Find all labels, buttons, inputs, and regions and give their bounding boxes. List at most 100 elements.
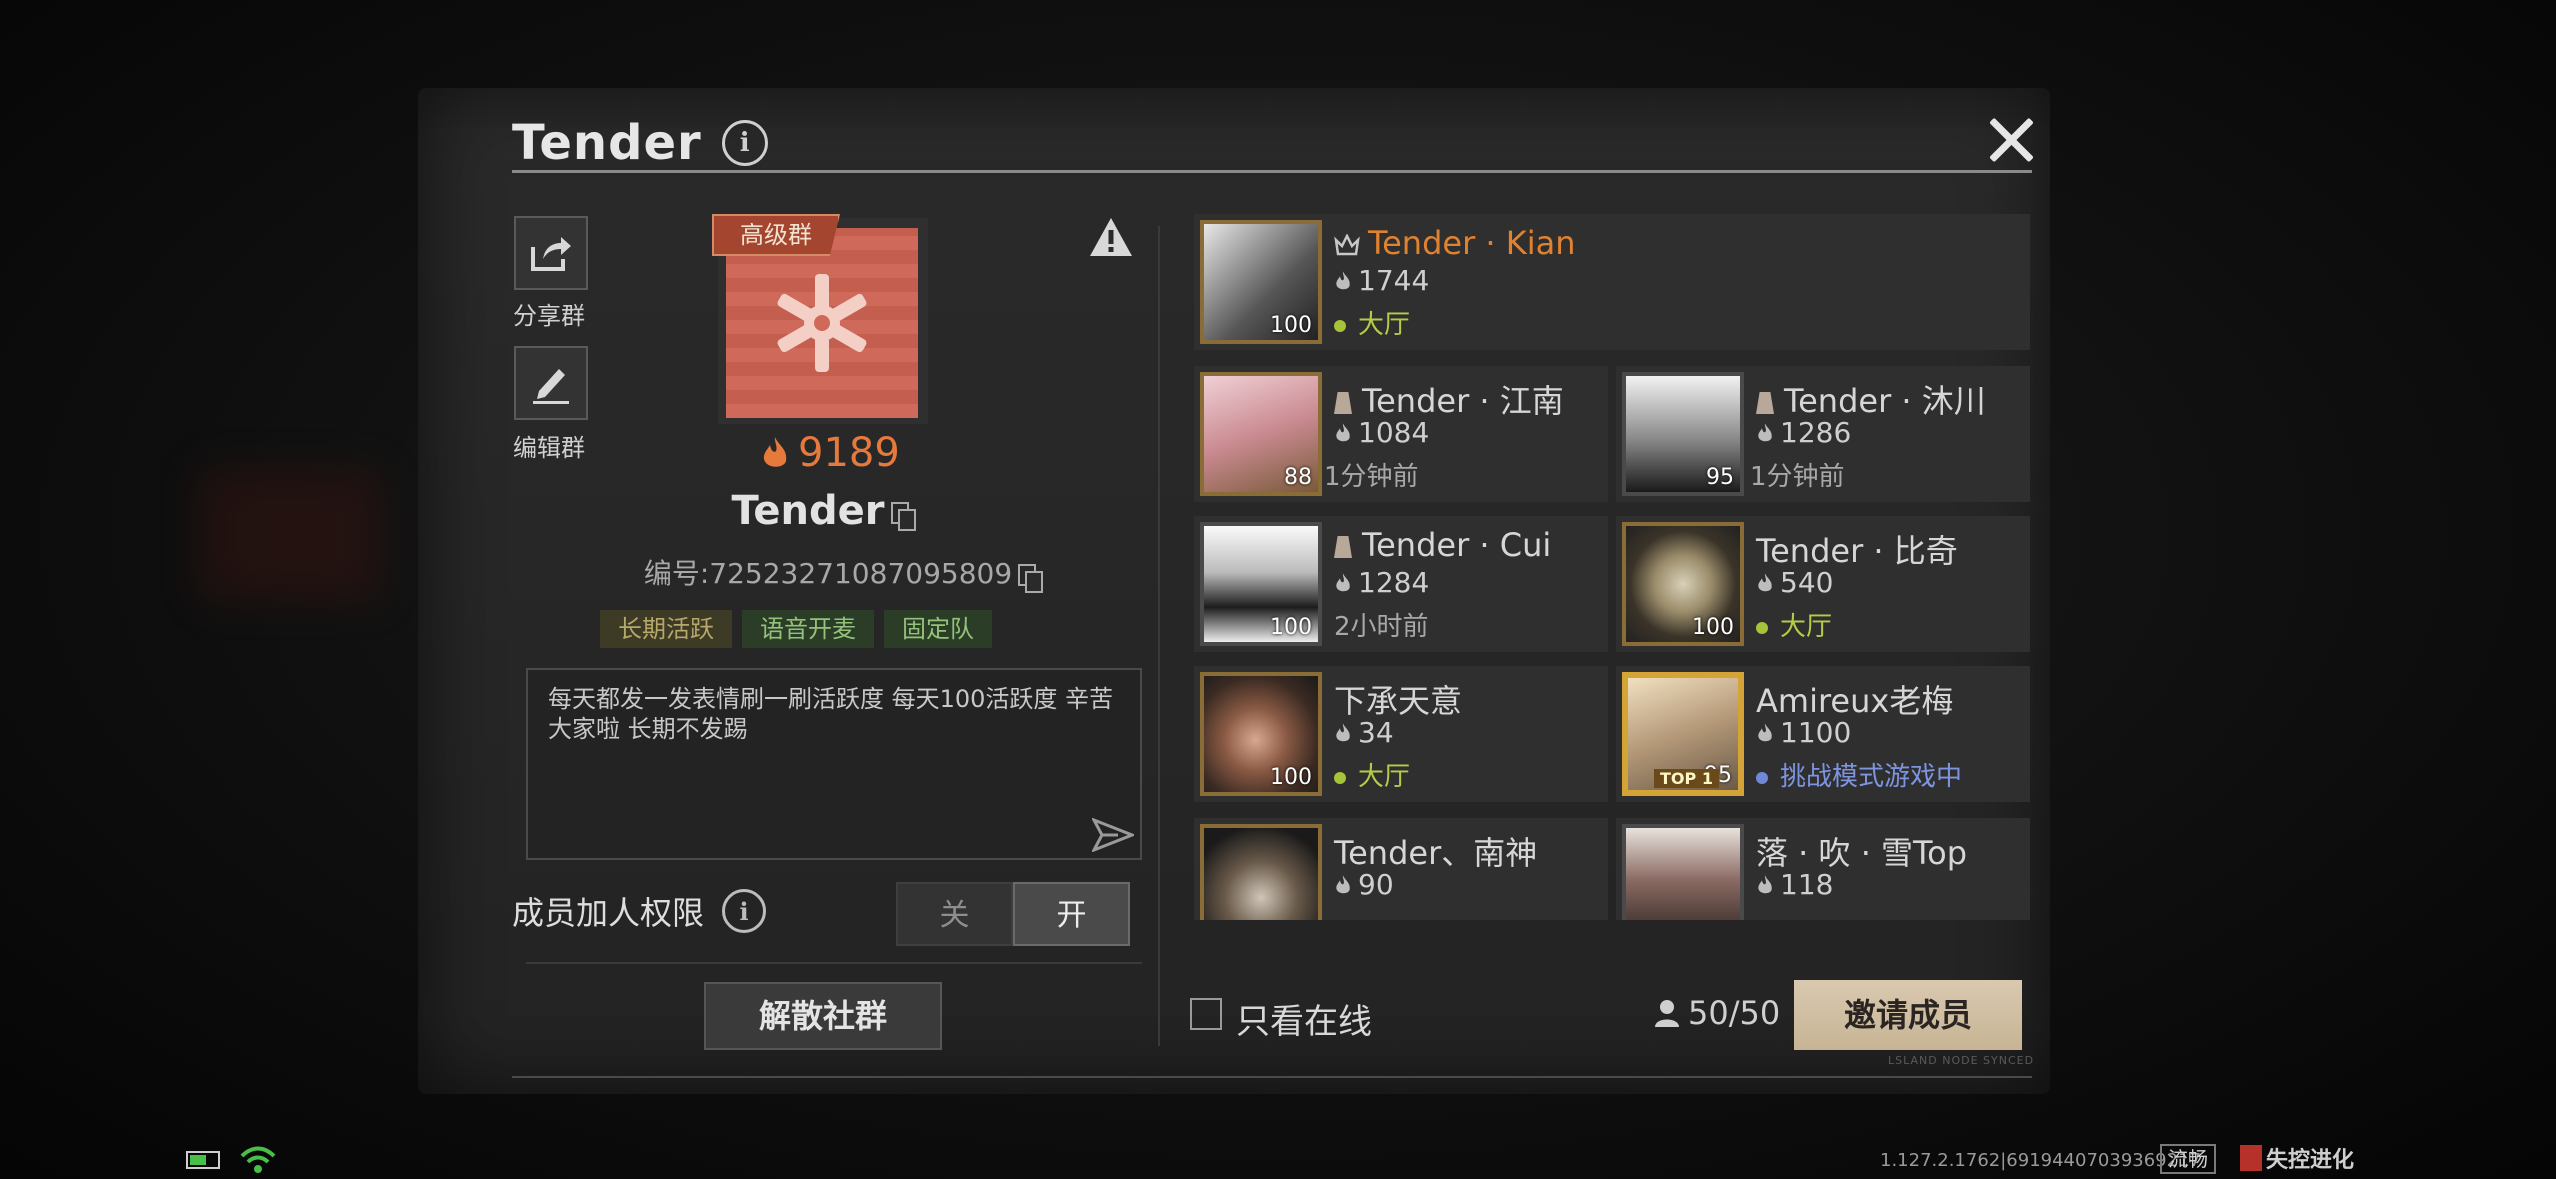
member-status: 大厅 bbox=[1334, 756, 1410, 793]
member-heat: 34 bbox=[1334, 716, 1394, 749]
member-card[interactable]: 100 Tender · 比奇 540 大厅 bbox=[1616, 516, 2030, 652]
info-icon[interactable]: i bbox=[722, 889, 767, 933]
member-status-text: 大厅 bbox=[1780, 612, 1833, 642]
online-dot bbox=[1334, 771, 1346, 784]
flame-icon bbox=[1336, 271, 1350, 290]
permission-toggle[interactable]: 关 开 bbox=[896, 882, 1130, 946]
member-name-text: Tender · Kian bbox=[1368, 224, 1576, 262]
member-card[interactable]: 88 Tender · 江南 1084 1分钟前 bbox=[1194, 366, 1608, 502]
flame-icon bbox=[763, 437, 787, 467]
member-avatar bbox=[1622, 824, 1744, 920]
member-card[interactable]: 100 Tender · Kian 1744 大厅 bbox=[1194, 214, 2030, 350]
title-row: Tender i bbox=[512, 108, 768, 178]
flame-icon bbox=[1758, 423, 1772, 442]
close-button[interactable] bbox=[1980, 110, 2040, 170]
member-heat: 1286 bbox=[1756, 416, 1851, 449]
share-group-label: 分享群 bbox=[513, 302, 585, 330]
flame-icon bbox=[1336, 723, 1350, 742]
group-id-text: 编号:72523271087095809 bbox=[643, 557, 1013, 590]
flame-icon bbox=[1758, 573, 1772, 592]
invite-members-button[interactable]: 邀请成员 bbox=[1794, 980, 2022, 1050]
member-heat: 1084 bbox=[1334, 416, 1429, 449]
member-count: 50/50 bbox=[1654, 994, 1780, 1032]
permission-row: 成员加人权限 i bbox=[512, 888, 767, 934]
disband-group-button[interactable]: 解散社群 bbox=[704, 982, 942, 1050]
member-heat: 118 bbox=[1756, 868, 1833, 901]
member-name-text: Tender · 江南 bbox=[1362, 382, 1564, 420]
bottom-divider bbox=[512, 1076, 2032, 1078]
member-heat-value: 540 bbox=[1780, 566, 1834, 599]
copy-icon[interactable] bbox=[1018, 564, 1044, 593]
wifi-icon bbox=[240, 1146, 276, 1173]
member-card[interactable]: 100 Tender · Cui 1284 2小时前 bbox=[1194, 516, 1608, 652]
admin-badge-icon bbox=[1334, 392, 1352, 414]
flame-icon bbox=[1336, 423, 1350, 442]
share-group-button[interactable] bbox=[514, 216, 588, 290]
version-text: 1.127.2.1762|6919440703936921​7 bbox=[1880, 1150, 2201, 1171]
top-frame-label: TOP 1 bbox=[1654, 769, 1719, 788]
member-card[interactable]: 95 TOP 1 Amireux老梅 1100 挑战模式游戏中 bbox=[1616, 666, 2030, 802]
toggle-off-option[interactable]: 关 bbox=[896, 882, 1013, 946]
online-dot bbox=[1756, 621, 1768, 634]
background-blur bbox=[200, 470, 380, 600]
member-heat: 1100 bbox=[1756, 716, 1851, 749]
online-dot bbox=[1334, 319, 1346, 332]
battery-icon bbox=[186, 1151, 220, 1169]
edit-icon bbox=[533, 369, 569, 404]
network-quality: 流畅 bbox=[2160, 1144, 2216, 1174]
flame-icon bbox=[1336, 573, 1350, 592]
member-heat-value: 118 bbox=[1780, 868, 1834, 901]
title-divider bbox=[512, 170, 2032, 173]
member-avatar: 95 bbox=[1622, 372, 1744, 496]
sync-status: LSLAND NODE SYNCED bbox=[1888, 1054, 2035, 1067]
member-heat: 1284 bbox=[1334, 566, 1429, 599]
member-heat-value: 1286 bbox=[1780, 416, 1852, 449]
member-name-text: Tender · 沐川 bbox=[1784, 382, 1986, 420]
member-heat-value: 34 bbox=[1358, 716, 1394, 749]
divider bbox=[1158, 226, 1160, 1046]
snowflake-icon bbox=[777, 274, 867, 372]
flame-icon bbox=[1758, 875, 1772, 894]
edit-group-label: 编辑群 bbox=[513, 434, 585, 462]
edit-group-button[interactable] bbox=[514, 346, 588, 420]
brand-mark-icon bbox=[2240, 1145, 2262, 1171]
member-name: Tender · Cui bbox=[1334, 526, 1551, 564]
info-icon[interactable]: i bbox=[721, 120, 768, 166]
group-description-field[interactable]: 每天都发一发表情刷一刷活跃度 每天100活跃度 辛苦大家啦 长期不发踢 bbox=[526, 668, 1142, 860]
flame-icon bbox=[1336, 875, 1350, 894]
online-dot bbox=[1756, 771, 1768, 784]
member-card[interactable]: Tender、南神 90 bbox=[1194, 818, 1608, 920]
send-icon[interactable] bbox=[1092, 818, 1134, 852]
online-only-label[interactable]: 只看在线 bbox=[1236, 994, 1372, 1043]
toggle-on-option[interactable]: 开 bbox=[1013, 882, 1130, 946]
group-avatar bbox=[726, 228, 918, 418]
member-card[interactable]: 落 · 吹 · 雪Top 118 bbox=[1616, 818, 2030, 920]
tag-item: 长期活跃 bbox=[600, 610, 732, 648]
copy-icon[interactable] bbox=[890, 502, 916, 531]
group-name: Tender bbox=[700, 488, 940, 534]
member-status: 2小时前 bbox=[1334, 612, 1429, 642]
page-title: Tender bbox=[512, 115, 702, 171]
member-heat: 540 bbox=[1756, 566, 1833, 599]
online-only-checkbox[interactable] bbox=[1190, 998, 1222, 1030]
member-card[interactable]: 100 下承天意 34 大厅 bbox=[1194, 666, 1608, 802]
brand-text: 失控进化 bbox=[2266, 1148, 2355, 1173]
admin-badge-icon bbox=[1334, 536, 1352, 558]
warning-icon[interactable] bbox=[1088, 216, 1134, 258]
member-card[interactable]: 95 Tender · 沐川 1286 1分钟前 bbox=[1616, 366, 2030, 502]
member-heat-value: 1284 bbox=[1358, 566, 1430, 599]
member-level: 100 bbox=[1270, 765, 1312, 790]
member-status: 1分钟前 bbox=[1750, 462, 1845, 492]
permission-label: 成员加人权限 bbox=[512, 894, 705, 932]
group-description-text: 每天都发一发表情刷一刷活跃度 每天100活跃度 辛苦大家啦 长期不发踢 bbox=[548, 685, 1114, 743]
member-avatar bbox=[1200, 824, 1322, 920]
member-status: 1分钟前 bbox=[1324, 462, 1419, 492]
member-avatar: 100 bbox=[1200, 522, 1322, 646]
divider bbox=[526, 962, 1142, 964]
group-heat-value: 9189 bbox=[798, 430, 900, 476]
group-tier-badge: 高级群 bbox=[712, 214, 840, 256]
admin-badge-icon bbox=[1756, 392, 1774, 414]
member-status: 大厅 bbox=[1756, 606, 1832, 643]
tag-item: 固定队 bbox=[884, 610, 992, 648]
member-heat: 90 bbox=[1334, 868, 1394, 901]
